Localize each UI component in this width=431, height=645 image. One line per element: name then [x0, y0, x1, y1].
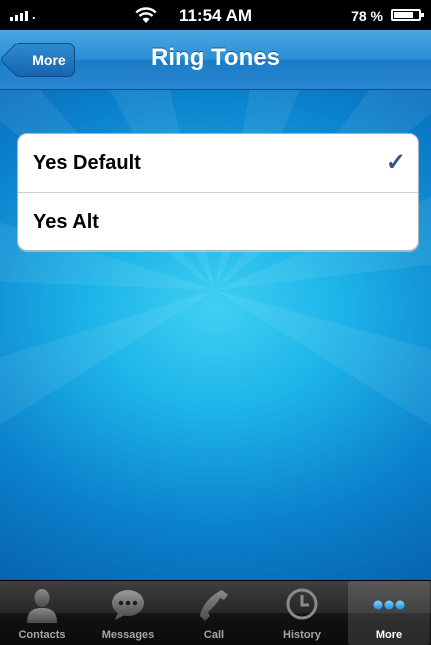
battery-icon	[391, 9, 424, 21]
ringtone-option-yes-alt[interactable]: Yes Alt	[18, 192, 418, 250]
ringtone-list: Yes Default ✓ Yes Alt	[17, 133, 419, 251]
contacts-icon	[27, 589, 57, 623]
tab-more[interactable]: More	[348, 581, 430, 645]
tab-label: Messages	[101, 629, 155, 641]
checkmark-icon: ✓	[385, 149, 406, 176]
phone-icon	[200, 590, 228, 621]
tab-call[interactable]: Call	[173, 581, 255, 645]
tab-history[interactable]: History	[261, 581, 343, 645]
page-title: Ring Tones	[151, 44, 280, 71]
clock-icon	[286, 588, 318, 620]
tab-label: Call	[203, 629, 225, 641]
app-screen: . 11:54 AM 78 % More Ring Tones Yes Defa…	[0, 0, 431, 645]
battery-percent: 78 %	[351, 8, 383, 24]
tab-messages[interactable]: Messages	[87, 581, 169, 645]
status-bar: . 11:54 AM 78 %	[0, 0, 431, 30]
more-dots-icon	[373, 600, 405, 610]
ringtone-option-yes-default[interactable]: Yes Default ✓	[18, 134, 418, 192]
tab-label: History	[283, 629, 321, 641]
ringtone-label: Yes Default	[33, 152, 141, 174]
tab-label: More	[375, 629, 403, 641]
messages-icon	[112, 590, 144, 620]
content-area: Yes Default ✓ Yes Alt	[0, 90, 431, 580]
ringtone-label: Yes Alt	[33, 211, 99, 233]
tab-contacts[interactable]: Contacts	[1, 581, 83, 645]
tab-bar: Contacts Messages Call History More	[0, 580, 431, 645]
navigation-bar: More Ring Tones	[0, 30, 431, 90]
tab-label: Contacts	[18, 629, 66, 641]
